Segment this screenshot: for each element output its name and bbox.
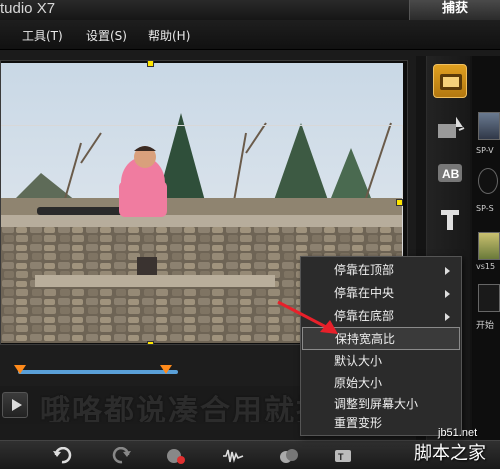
resize-handle-right[interactable] <box>396 199 403 206</box>
menu-item-original-size[interactable]: 原始大小 <box>302 372 460 395</box>
menu-item-default-size[interactable]: 默认大小 <box>302 350 460 373</box>
trim-start-marker[interactable] <box>14 365 26 374</box>
submenu-arrow-icon <box>445 267 450 275</box>
svg-text:T: T <box>338 452 344 462</box>
library-thumb-label-1: SP-V <box>476 146 494 155</box>
menu-item-dock-top[interactable]: 停靠在顶部 <box>302 259 460 282</box>
menu-tools[interactable]: 工具(T) <box>22 27 63 44</box>
watermark-url: jb51.net <box>438 427 478 439</box>
transition-icon[interactable] <box>433 114 467 148</box>
tab-capture[interactable]: 捕获 <box>409 0 500 20</box>
title-text-icon[interactable] <box>433 202 467 236</box>
menu-bar: 工具(T) 设置(S) 帮助(H) <box>0 20 500 50</box>
library-thumb-4[interactable] <box>478 284 500 312</box>
library-thumb-label-4: 开始 <box>476 321 495 331</box>
menu-help[interactable]: 帮助(H) <box>148 27 190 44</box>
menu-item-label: 默认大小 <box>334 354 383 368</box>
library-thumb-1[interactable] <box>478 112 500 140</box>
library-thumbnails: SP-V SP-S vs15 开始 <box>472 56 500 440</box>
menu-item-label: 停靠在中央 <box>334 286 395 300</box>
app-title: tudio X7 <box>0 0 56 17</box>
menu-settings[interactable]: 设置(S) <box>86 27 127 44</box>
title-bar: tudio X7 捕获 <box>0 0 500 20</box>
resize-handle-top[interactable] <box>147 61 154 67</box>
library-thumb-3[interactable] <box>478 232 500 260</box>
menu-item-label: 调整到屏幕大小 <box>334 397 419 411</box>
filter-icon[interactable]: AB <box>433 156 467 190</box>
play-button[interactable] <box>2 392 28 418</box>
library-thumb-2[interactable] <box>478 168 498 194</box>
record-capture-icon[interactable] <box>165 447 187 465</box>
library-thumb-label-3: vs15 <box>476 262 496 271</box>
undo-icon[interactable] <box>52 447 74 465</box>
annotation-arrow-icon <box>277 300 338 334</box>
submenu-arrow-icon <box>445 313 450 321</box>
library-thumb-label-2: SP-S <box>476 204 494 213</box>
context-menu: 停靠在顶部 停靠在中央 停靠在底部 保持宽高比 默认大小 原始大小 调整到屏幕大… <box>300 256 462 436</box>
submenu-arrow-icon <box>445 290 450 298</box>
audio-waveform-icon[interactable] <box>222 447 244 465</box>
menu-item-label: 重置变形 <box>334 416 383 430</box>
menu-item-label: 停靠在顶部 <box>334 263 395 277</box>
watermark-site-name: 脚本之家 <box>414 443 486 464</box>
subtitle-icon[interactable]: T <box>334 447 356 465</box>
overlay-tracks-icon[interactable] <box>278 447 300 465</box>
trim-range-bar[interactable] <box>18 370 178 374</box>
media-icon[interactable] <box>433 64 467 98</box>
trim-end-marker[interactable] <box>160 365 172 374</box>
redo-icon[interactable] <box>110 447 132 465</box>
svg-text:AB: AB <box>442 167 460 181</box>
menu-item-label: 原始大小 <box>334 376 383 390</box>
